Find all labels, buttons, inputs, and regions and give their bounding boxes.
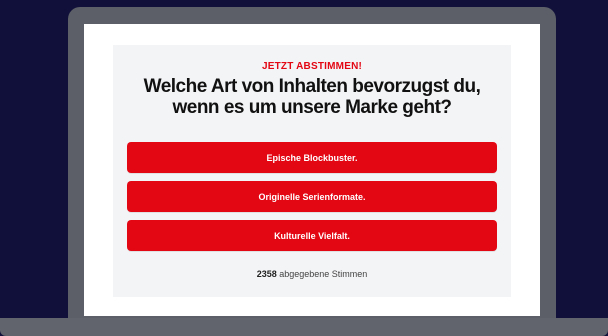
poll-option-button[interactable]: Originelle Serienformate. (127, 181, 497, 212)
poll-option-label: Epische Blockbuster. (266, 152, 358, 163)
poll-kicker: JETZT ABSTIMMEN! (261, 61, 363, 72)
poll-option-button[interactable]: Epische Blockbuster. (127, 142, 497, 173)
vote-count-number: 2358 (256, 269, 277, 279)
poll-question: Welche Art von Inhalten bevorzugst du, w… (143, 76, 481, 118)
poll-option-label: Originelle Serienformate. (258, 191, 366, 202)
vote-count-label: abgegebene Stimmen (279, 269, 368, 279)
poll-option-button[interactable]: Kulturelle Vielfalt. (127, 220, 497, 251)
laptop-base (0, 318, 608, 336)
vote-count: 2358 abgegebene Stimmen (113, 269, 511, 279)
poll-option-label: Kulturelle Vielfalt. (274, 230, 350, 241)
poll-display-stage: JETZT ABSTIMMEN! Welche Art von Inhalten… (0, 0, 608, 336)
poll-card: JETZT ABSTIMMEN! Welche Art von Inhalten… (113, 45, 511, 297)
